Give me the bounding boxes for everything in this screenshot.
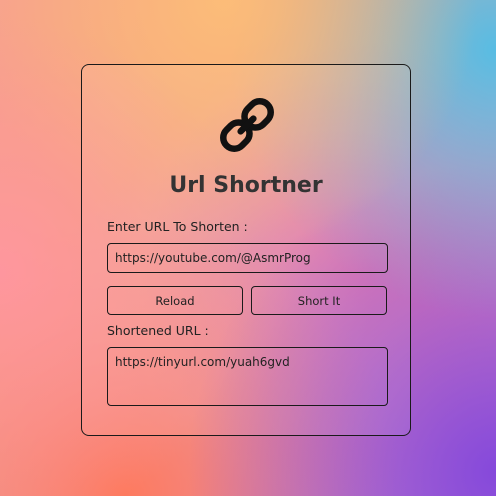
short-it-button[interactable]: Short It [251, 286, 387, 315]
page-title: Url Shortner [169, 173, 323, 198]
shortened-url-output[interactable]: https://tinyurl.com/yuah6gvd [107, 347, 388, 406]
reload-button[interactable]: Reload [107, 286, 243, 315]
url-input-label: Enter URL To Shorten : [107, 219, 248, 234]
url-shortener-card: Url Shortner Enter URL To Shorten : Relo… [81, 64, 411, 436]
link-icon [220, 98, 274, 152]
shortened-url-label: Shortened URL : [107, 323, 209, 338]
url-input[interactable] [107, 243, 388, 273]
